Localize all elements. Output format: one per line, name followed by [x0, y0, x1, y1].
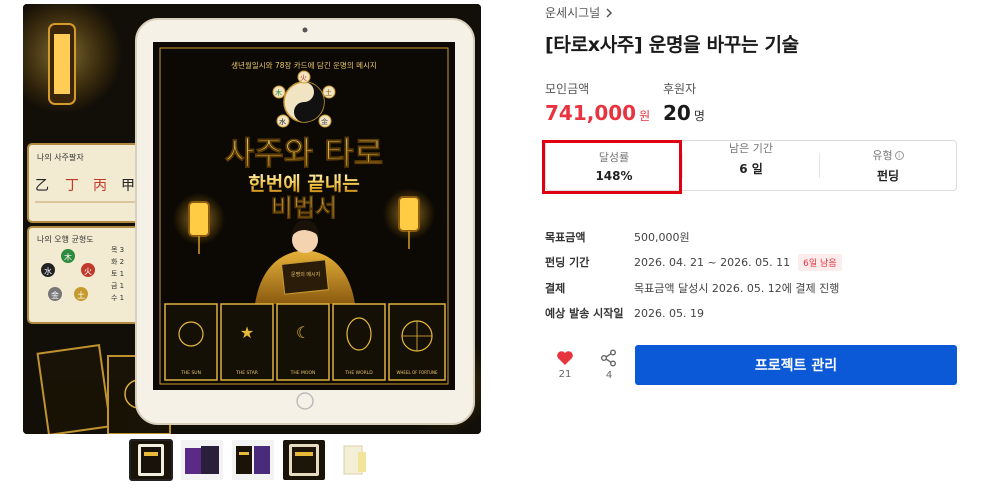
stat-type: 유형 i 펀딩	[820, 141, 956, 190]
tablet-mockup: 생년월일시와 78장 카드에 담긴 운명의 메시지 火 土 金 水 木 사주와 …	[135, 18, 475, 425]
funding-amount: 모인금액 741,000 원	[545, 80, 650, 125]
detail-key: 예상 발송 시작일	[545, 307, 624, 321]
achievement-label: 달성률	[598, 150, 630, 164]
thumbnail-4[interactable]	[283, 440, 325, 480]
saju-char-3: 丙	[93, 178, 107, 194]
detail-row: 결제 목표금액 달성시 2026. 05. 12에 결제 진행	[545, 275, 965, 301]
detail-row: 예상 발송 시작일 2026. 05. 19	[545, 301, 965, 327]
svg-text:金: 金	[321, 117, 328, 126]
saju-card: 나의 사주팔자 乙 丁 丙 甲	[27, 143, 147, 223]
svg-text:수 1: 수 1	[111, 294, 124, 302]
detail-row: 펀딩 기간 2026. 04. 21 ~ 2026. 05. 11 6일 남음	[545, 250, 965, 276]
thumbnail-strip	[129, 439, 376, 481]
share-count: 4	[605, 370, 613, 381]
svg-text:金: 金	[51, 290, 59, 300]
cover-title-line2: 한번에 끝내는	[248, 173, 360, 195]
lantern-left-icon	[48, 23, 76, 105]
like-button[interactable]: 21	[545, 350, 585, 380]
detail-value: 목표금액 달성시 2026. 05. 12에 결제 진행	[634, 281, 840, 295]
detail-value: 2026. 04. 21 ~ 2026. 05. 11	[634, 255, 791, 269]
share-icon	[601, 349, 616, 367]
svg-text:토 1: 토 1	[111, 270, 124, 278]
detail-key: 목표금액	[545, 230, 586, 244]
svg-text:THE SUN: THE SUN	[180, 370, 201, 376]
project-title: [타로x사주] 운명을 바꾸는 기술	[545, 34, 799, 56]
svg-text:火: 火	[84, 267, 92, 276]
cover-tarot-cards: THE SUN ★ THE STAR ☾ THE MOON THE WORLD …	[164, 303, 446, 381]
thumbnail-5[interactable]	[334, 440, 376, 480]
svg-text:★: ★	[240, 323, 254, 342]
remaining-label: 남은 기간	[729, 142, 773, 155]
chevron-right-icon	[606, 7, 613, 18]
svg-text:木: 木	[275, 88, 282, 97]
svg-text:火: 火	[300, 74, 307, 82]
svg-text:THE STAR: THE STAR	[235, 370, 258, 376]
backers-value: 20	[663, 101, 691, 125]
elements-card-title: 나의 오행 균형도	[37, 234, 94, 244]
amount-value: 741,000	[545, 101, 637, 125]
svg-text:운명의 메시지: 운명의 메시지	[291, 271, 320, 278]
backers-count: 후원자 20 명	[663, 80, 705, 125]
detail-key: 결제	[545, 281, 566, 295]
svg-text:水: 水	[44, 266, 52, 276]
project-cover-image[interactable]: 나의 사주팔자 乙 丁 丙 甲 나의 오행 균형도 木 火 土 金 水 목 3 …	[23, 4, 481, 434]
breadcrumb[interactable]: 운세시그널	[545, 4, 613, 21]
cover-top-text: 생년월일시와 78장 카드에 담긴 운명의 메시지	[231, 60, 377, 70]
like-count: 21	[558, 369, 572, 380]
amount-label: 모인금액	[545, 82, 590, 96]
cover-title-line1: 사주와 타로	[225, 134, 383, 172]
thumbnail-3[interactable]	[232, 440, 274, 480]
svg-text:화 2: 화 2	[111, 258, 124, 266]
action-bar: 21 4 프로젝트 관리	[545, 345, 957, 385]
remaining-value: 6 일	[739, 162, 763, 176]
saju-card-title: 나의 사주팔자	[37, 152, 84, 162]
svg-text:WHEEL OF FORTUNE: WHEEL OF FORTUNE	[396, 370, 438, 375]
svg-text:土: 土	[325, 88, 332, 97]
svg-text:土: 土	[77, 290, 85, 300]
type-value: 펀딩	[876, 169, 900, 183]
saju-char-4: 甲	[121, 178, 135, 194]
achievement-value: 148%	[595, 168, 633, 183]
saju-char-2: 丁	[65, 178, 79, 194]
detail-value: 500,000원	[634, 230, 690, 244]
svg-text:水: 水	[279, 117, 286, 126]
info-icon[interactable]: i	[894, 151, 904, 160]
backers-label: 후원자	[663, 82, 697, 96]
amount-unit: 원	[639, 109, 651, 123]
saju-char-1: 乙	[35, 178, 49, 194]
svg-text:木: 木	[64, 252, 72, 262]
svg-text:금 1: 금 1	[111, 282, 124, 290]
backers-unit: 명	[693, 109, 705, 123]
cover-title-line3: 비법서	[271, 194, 337, 222]
share-button[interactable]: 4	[589, 349, 629, 381]
detail-value: 2026. 05. 19	[634, 306, 704, 320]
type-label: 유형	[872, 149, 893, 162]
detail-key: 펀딩 기간	[545, 256, 590, 270]
stat-remaining: 남은 기간 6 일	[682, 142, 820, 178]
thumbnail-1[interactable]	[129, 439, 173, 481]
heart-icon	[557, 351, 573, 365]
thumbnail-2[interactable]	[181, 440, 223, 480]
manage-project-button[interactable]: 프로젝트 관리	[635, 345, 957, 385]
svg-text:THE WORLD: THE WORLD	[344, 370, 373, 376]
breadcrumb-label[interactable]: 운세시그널	[545, 4, 600, 21]
days-left-badge: 6일 남음	[798, 253, 842, 271]
funding-details: 목표금액 500,000원 펀딩 기간 2026. 04. 21 ~ 2026.…	[545, 224, 965, 326]
stat-achievement: 달성률 148%	[546, 141, 682, 190]
svg-text:THE MOON: THE MOON	[290, 370, 316, 376]
svg-text:☾: ☾	[296, 323, 310, 342]
svg-text:목 3: 목 3	[111, 246, 124, 254]
detail-row: 목표금액 500,000원	[545, 224, 965, 250]
stats-box: 달성률 148% 남은 기간 6 일 유형 i 펀딩	[545, 140, 957, 191]
five-elements-card: 나의 오행 균형도 木 火 土 金 水 목 3 화 2 토 1 금 1 수 1	[27, 226, 147, 324]
